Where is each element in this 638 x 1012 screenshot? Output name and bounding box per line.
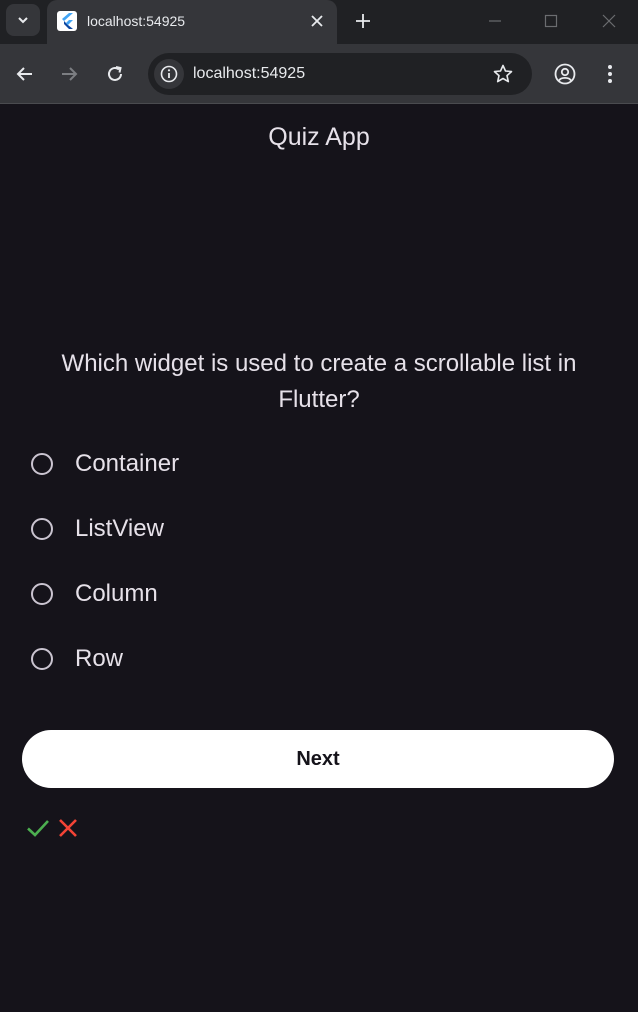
question-text: Which widget is used to create a scrolla…: [61, 350, 577, 413]
browser-tab-strip: localhost:54925: [0, 0, 638, 44]
star-icon: [493, 64, 513, 83]
arrow-right-icon: [62, 67, 78, 81]
tab-list-button[interactable]: [6, 4, 40, 36]
minimize-icon: [489, 20, 501, 22]
answer-option-label: Container: [75, 450, 180, 477]
site-info-button[interactable]: [154, 59, 184, 89]
quiz-app: Quiz App Which widget is used to create …: [0, 104, 638, 1012]
maximize-button[interactable]: [536, 8, 566, 34]
reload-button[interactable]: [98, 57, 132, 91]
address-bar[interactable]: localhost:54925: [148, 53, 532, 95]
bookmark-button[interactable]: [488, 59, 518, 89]
answer-option-label: Row: [75, 645, 124, 672]
browser-toolbar: localhost:54925: [0, 44, 638, 104]
tab-title: localhost:54925: [87, 13, 186, 29]
check-icon: [27, 820, 49, 837]
reload-icon: [108, 66, 122, 81]
window-close-button[interactable]: [594, 8, 624, 34]
close-icon: [59, 819, 77, 837]
radio-button[interactable]: [31, 583, 53, 605]
new-tab-button[interactable]: [350, 8, 376, 34]
chevron-down-icon: [18, 17, 28, 24]
browser-menu-button[interactable]: [593, 57, 627, 91]
info-icon: [160, 65, 178, 83]
back-button[interactable]: [8, 57, 42, 91]
plus-icon: [356, 14, 370, 28]
app-bar-title: Quiz App: [268, 123, 370, 151]
arrow-left-icon: [16, 67, 32, 81]
next-button[interactable]: Next: [22, 730, 614, 788]
close-icon: [602, 14, 616, 28]
answer-option-row[interactable]: Row: [22, 634, 602, 684]
account-icon: [554, 63, 576, 85]
answer-option-listview[interactable]: ListView: [22, 504, 602, 554]
answer-option-column[interactable]: Column: [22, 569, 602, 619]
close-icon: [311, 15, 323, 27]
answer-option-container[interactable]: Container: [22, 439, 602, 489]
minimize-button[interactable]: [480, 8, 510, 34]
radio-button[interactable]: [31, 648, 53, 670]
answer-option-label: ListView: [75, 515, 164, 542]
forward-button[interactable]: [52, 57, 86, 91]
maximize-icon: [544, 14, 558, 28]
radio-button[interactable]: [31, 453, 53, 475]
flutter-favicon-icon: [57, 11, 77, 31]
profile-button[interactable]: [548, 57, 582, 91]
score-keeper: [26, 816, 80, 840]
browser-tab[interactable]: localhost:54925: [47, 0, 337, 44]
answer-option-label: Column: [75, 580, 158, 607]
radio-button[interactable]: [31, 518, 53, 540]
more-vertical-icon: [608, 65, 612, 83]
url-text: localhost:54925: [193, 65, 306, 82]
tab-close-button[interactable]: [307, 11, 327, 31]
